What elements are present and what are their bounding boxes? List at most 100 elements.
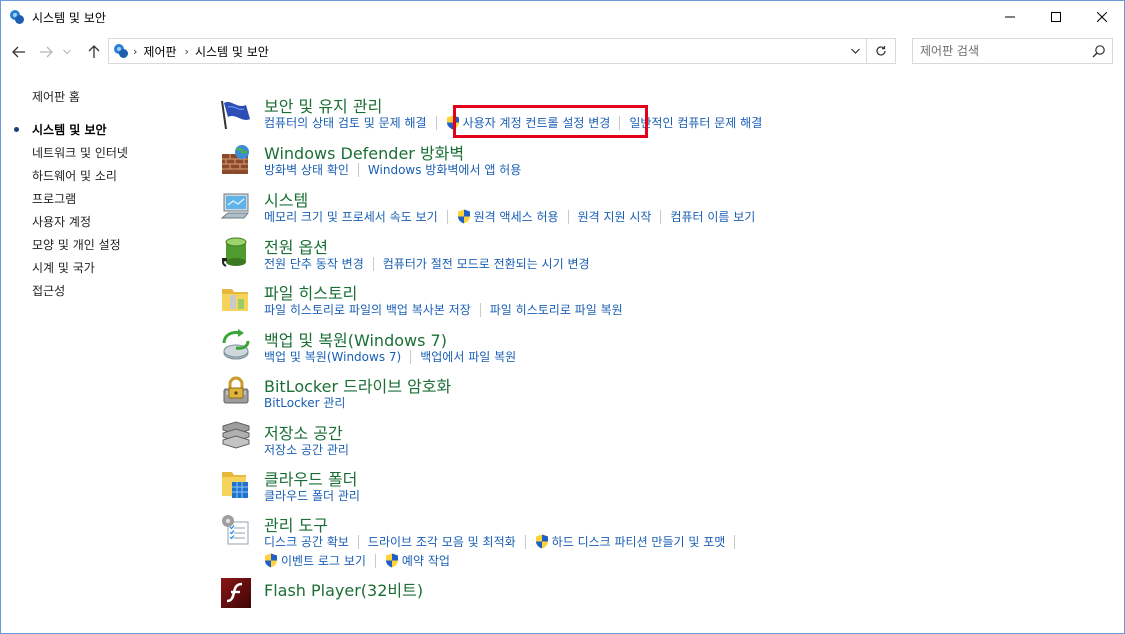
- link-backup-restore[interactable]: 백업 및 복원(Windows 7): [264, 348, 401, 365]
- close-icon: [1097, 11, 1107, 22]
- link-separator: [357, 534, 359, 549]
- breadcrumb-system-security[interactable]: 시스템 및 보안: [195, 43, 269, 60]
- link-separator: [567, 209, 569, 224]
- link-restore-files[interactable]: 파일 히스토리로 파일 복원: [490, 301, 623, 318]
- link-format-partitions[interactable]: 하드 디스크 파티션 만들기 및 포맷: [535, 533, 725, 550]
- uac-shield-icon: [457, 209, 470, 224]
- link-separator: [410, 349, 412, 364]
- minimize-icon: [1005, 16, 1015, 17]
- link-sleep-settings[interactable]: 컴퓨터가 절전 모드로 전환되는 시기 변경: [383, 255, 590, 272]
- link-separator: [446, 209, 448, 224]
- link-power-button[interactable]: 전원 단추 동작 변경: [264, 255, 364, 272]
- refresh-button[interactable]: [867, 38, 896, 64]
- refresh-icon: [876, 46, 886, 56]
- category-links: 백업 및 복원(Windows 7) 백업에서 파일 복원: [264, 348, 516, 365]
- file-history-icon: [222, 289, 248, 311]
- highlight-box: [453, 105, 648, 138]
- link-manage-storage-spaces[interactable]: 저장소 공간 관리: [264, 441, 349, 458]
- arrow-left-icon: [12, 46, 25, 58]
- minimize-button[interactable]: [987, 1, 1033, 32]
- sidebar-item-accessibility[interactable]: 접근성: [32, 282, 65, 299]
- search-box[interactable]: [912, 38, 1113, 64]
- link-separator: [374, 553, 376, 568]
- link-defragment[interactable]: 드라이브 조각 모음 및 최적화: [368, 533, 516, 550]
- sidebar-item-hardware-sound[interactable]: 하드웨어 및 소리: [32, 167, 117, 184]
- category-links: 저장소 공간 관리: [264, 441, 349, 458]
- address-history-button[interactable]: [846, 42, 864, 60]
- computer-icon: [220, 193, 250, 219]
- work-folders-icon: [222, 472, 248, 498]
- link-manage-work-folders[interactable]: 클라우드 폴더 관리: [264, 487, 360, 504]
- category-links: 메모리 크기 및 프로세서 속도 보기 원격 액세스 허용 원격 지원 시작 컴…: [264, 208, 755, 225]
- sidebar-item-network[interactable]: 네트워크 및 인터넷: [32, 144, 128, 161]
- link-separator: [357, 162, 359, 177]
- title-bar[interactable]: 시스템 및 보안: [1, 1, 1124, 32]
- chevron-down-icon: [850, 48, 860, 54]
- link-computer-name[interactable]: 컴퓨터 이름 보기: [670, 208, 755, 225]
- navigation-bar: › 제어판 › 시스템 및 보안: [1, 32, 1124, 74]
- link-allow-remote-access[interactable]: 원격 액세스 허용: [457, 208, 559, 225]
- category-links: 전원 단추 동작 변경 컴퓨터가 절전 모드로 전환되는 시기 변경: [264, 255, 590, 272]
- link-allow-app[interactable]: Windows 방화벽에서 앱 허용: [368, 161, 521, 178]
- arrow-up-icon: [88, 45, 100, 58]
- control-panel-app-icon: [10, 10, 24, 24]
- forward-button[interactable]: [35, 41, 57, 63]
- link-manage-bitlocker[interactable]: BitLocker 관리: [264, 394, 345, 411]
- sidebar-item-control-panel-home[interactable]: 제어판 홈: [32, 88, 80, 105]
- storage-icon: [222, 421, 250, 449]
- control-panel-icon: [114, 44, 128, 58]
- backup-icon: [222, 329, 250, 360]
- sidebar-item-appearance[interactable]: 모양 및 개인 설정: [32, 236, 121, 253]
- link-view-ram-speed[interactable]: 메모리 크기 및 프로세서 속도 보기: [264, 208, 438, 225]
- breadcrumb-separator: ›: [133, 44, 138, 58]
- chevron-down-icon: [63, 49, 71, 55]
- sidebar-item-clock-region[interactable]: 시계 및 국가: [32, 259, 95, 276]
- up-button[interactable]: [83, 41, 105, 63]
- breadcrumb-control-panel[interactable]: 제어판: [143, 43, 176, 60]
- search-icon[interactable]: [1092, 44, 1106, 58]
- link-remote-assistance[interactable]: 원격 지원 시작: [578, 208, 652, 225]
- uac-shield-icon: [385, 553, 398, 568]
- category-links: 클라우드 폴더 관리: [264, 487, 360, 504]
- link-free-disk-space[interactable]: 디스크 공간 확보: [264, 533, 349, 550]
- link-restore-from-backup[interactable]: 백업에서 파일 복원: [420, 348, 516, 365]
- uac-shield-icon: [265, 553, 277, 568]
- uac-shield-icon: [535, 534, 548, 549]
- link-scheduled-tasks[interactable]: 예약 작업: [385, 552, 450, 569]
- flash-icon: [221, 578, 251, 608]
- link-separator: [734, 534, 736, 549]
- category-links: 이벤트 로그 보기 예약 작업: [264, 552, 450, 569]
- breadcrumb-separator: ›: [184, 44, 189, 58]
- control-panel-window: 시스템 및 보안 › 제어판 › 시스템 및 보안 제어판 검색 제어판 홈 시…: [0, 0, 1125, 634]
- link-save-backup-copies[interactable]: 파일 히스토리로 파일의 백업 복사본 저장: [264, 301, 471, 318]
- sidebar-item-programs[interactable]: 프로그램: [32, 190, 76, 207]
- arrow-right-icon: [40, 46, 53, 58]
- category-links: 파일 히스토리로 파일의 백업 복사본 저장 파일 히스토리로 파일 복원: [264, 301, 623, 318]
- category-title[interactable]: Flash Player(32비트): [264, 577, 423, 601]
- maximize-icon: [1051, 11, 1061, 22]
- current-item-bullet: [14, 127, 19, 132]
- address-bar[interactable]: › 제어판 › 시스템 및 보안: [108, 38, 867, 64]
- sidebar-item-system-security[interactable]: 시스템 및 보안: [32, 121, 107, 138]
- recent-locations-button[interactable]: [60, 41, 74, 63]
- link-firewall-status[interactable]: 방화벽 상태 확인: [264, 161, 349, 178]
- link-separator: [372, 256, 374, 271]
- back-button[interactable]: [8, 41, 30, 63]
- link-separator: [479, 302, 481, 317]
- link-view-event-logs[interactable]: 이벤트 로그 보기: [264, 552, 366, 569]
- link-separator: [660, 209, 662, 224]
- search-input[interactable]: [920, 43, 1080, 59]
- admin-tools-icon: [222, 515, 249, 545]
- category-links: BitLocker 관리: [264, 394, 345, 411]
- bitlocker-icon: [223, 376, 249, 404]
- maximize-button[interactable]: [1033, 1, 1079, 32]
- category-links: 방화벽 상태 확인 Windows 방화벽에서 앱 허용: [264, 161, 521, 178]
- link-separator: [435, 115, 437, 130]
- link-troubleshoot[interactable]: 일반적인 컴퓨터 문제 해결: [629, 114, 762, 131]
- sidebar-item-user-accounts[interactable]: 사용자 계정: [32, 213, 91, 230]
- link-separator: [524, 534, 526, 549]
- firewall-icon: [222, 145, 249, 174]
- close-button[interactable]: [1079, 1, 1125, 32]
- category-links: 디스크 공간 확보 드라이브 조각 모음 및 최적화 하드 디스크 파티션 만들…: [264, 533, 744, 550]
- link-review-status[interactable]: 컴퓨터의 상태 검토 및 문제 해결: [264, 114, 427, 131]
